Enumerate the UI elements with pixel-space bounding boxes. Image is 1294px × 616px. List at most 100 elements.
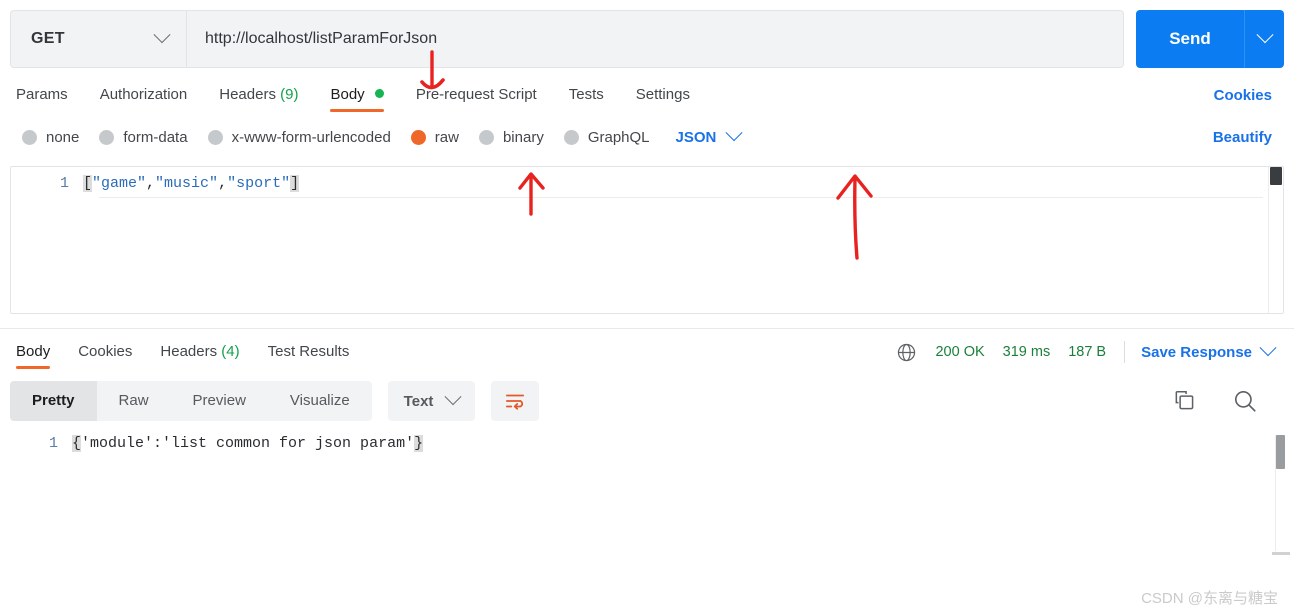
meta-divider: [1124, 341, 1126, 363]
request-tabs: Params Authorization Headers (9) Body Pr…: [0, 74, 1294, 116]
radio-option-form-data[interactable]: form-data: [99, 129, 188, 146]
raw-format-label: JSON: [675, 128, 717, 146]
view-mode-raw[interactable]: Raw: [97, 381, 171, 421]
editor-line-rule: [99, 197, 1263, 198]
view-mode-visualize[interactable]: Visualize: [268, 381, 372, 421]
response-content: 'module':'list common for json param': [81, 435, 415, 452]
response-body[interactable]: 1 {'module':'list common for json param'…: [0, 435, 1294, 555]
tab-label: Pre-request Script: [415, 86, 537, 103]
headers-count: (9): [280, 86, 299, 103]
http-method-dropdown[interactable]: GET: [10, 10, 186, 68]
response-toolbar: Pretty Raw Preview Visualize Text: [0, 375, 1294, 421]
status-code: 200 OK: [935, 344, 985, 360]
json-comma-1: ,: [146, 175, 156, 192]
send-options-button[interactable]: [1244, 10, 1284, 68]
response-tab-cookies[interactable]: Cookies: [64, 329, 146, 375]
wrap-lines-button[interactable]: [491, 381, 540, 421]
editor-scrollbar[interactable]: [1268, 167, 1283, 313]
line-number: 1: [59, 175, 69, 192]
response-meta: 200 OK 319 ms 187 B Save Response: [896, 339, 1284, 363]
tab-authorization[interactable]: Authorization: [84, 74, 204, 116]
search-icon[interactable]: [1232, 388, 1258, 414]
tab-headers[interactable]: Headers (9): [203, 74, 314, 116]
response-code[interactable]: {'module':'list common for json param'}: [72, 435, 424, 452]
option-label: GraphQL: [587, 128, 650, 146]
response-actions: [1172, 388, 1284, 414]
radio-option-binary[interactable]: binary: [478, 128, 544, 146]
response-tabs: Body Cookies Headers (4) Test Results 20…: [0, 329, 1294, 375]
response-view-mode-group: Pretty Raw Preview Visualize: [10, 381, 372, 421]
chevron-down-icon: [444, 388, 462, 406]
radio-icon: [99, 129, 115, 145]
tab-label: Headers: [219, 86, 276, 103]
option-label: none: [46, 128, 80, 146]
save-response-button[interactable]: Save Response: [1141, 344, 1252, 361]
radio-option-graphql[interactable]: GraphQL: [563, 128, 650, 146]
json-close-bracket: ]: [290, 175, 300, 192]
chevron-down-icon: [1256, 26, 1273, 44]
response-scrollbar-footer: [1272, 552, 1290, 555]
radio-icon: [207, 129, 223, 145]
raw-format-dropdown[interactable]: JSON: [675, 124, 743, 146]
response-tab-headers[interactable]: Headers (4): [146, 329, 253, 375]
tab-label: Test Results: [267, 343, 350, 360]
tab-label: Headers: [160, 343, 218, 360]
response-time: 319 ms: [1002, 344, 1051, 360]
json-open-brace: {: [72, 435, 82, 452]
globe-icon: [896, 342, 917, 363]
request-body-editor[interactable]: 1 ["game","music","sport"]: [10, 166, 1284, 314]
radio-option-x-www-form-urlencoded[interactable]: x-www-form-urlencoded: [207, 128, 391, 146]
tab-settings[interactable]: Settings: [620, 74, 706, 116]
json-string-3: "sport": [227, 175, 291, 192]
tab-label: Authorization: [99, 86, 188, 103]
json-string-1: "game": [92, 175, 147, 192]
json-string-2: "music": [155, 175, 219, 192]
response-line-1: 1 {'module':'list common for json param'…: [0, 435, 1294, 452]
json-comma-2: ,: [218, 175, 228, 192]
editor-scrollbar-thumb[interactable]: [1270, 167, 1282, 185]
chevron-down-icon: [153, 26, 171, 44]
radio-icon-selected: [410, 129, 426, 145]
editor-code[interactable]: ["game","music","sport"]: [83, 175, 300, 192]
editor-line-1: 1 ["game","music","sport"]: [11, 167, 1283, 192]
tab-label: Settings: [635, 86, 690, 103]
radio-option-raw[interactable]: raw: [410, 128, 459, 146]
chevron-down-icon[interactable]: [1259, 339, 1277, 357]
option-label: raw: [434, 128, 459, 146]
radio-icon: [22, 129, 37, 145]
option-label: x-www-form-urlencoded: [231, 128, 391, 146]
copy-icon[interactable]: [1172, 388, 1198, 414]
response-format-dropdown[interactable]: Text: [387, 381, 476, 421]
response-tab-body[interactable]: Body: [10, 329, 64, 375]
request-url-row: GET http://localhost/listParamForJson Se…: [0, 0, 1294, 68]
tab-label: Tests: [568, 86, 604, 103]
radio-option-none[interactable]: none: [22, 129, 79, 146]
send-button[interactable]: Send: [1136, 10, 1244, 68]
body-type-options: none form-data x-www-form-urlencoded raw…: [0, 116, 1294, 158]
tab-body[interactable]: Body: [314, 74, 399, 116]
tab-label: Params: [16, 86, 68, 103]
url-input[interactable]: http://localhost/listParamForJson: [186, 10, 1124, 68]
chevron-down-icon: [725, 124, 743, 142]
body-present-dot-icon: [374, 89, 384, 98]
tab-pre-request-script[interactable]: Pre-request Script: [400, 74, 553, 116]
view-mode-pretty[interactable]: Pretty: [10, 381, 97, 421]
cookies-link[interactable]: Cookies: [1214, 87, 1284, 104]
option-label: binary: [502, 128, 544, 146]
radio-icon: [478, 129, 494, 145]
json-close-brace: }: [414, 435, 424, 452]
response-headers-count: (4): [221, 343, 240, 360]
response-scrollbar-thumb[interactable]: [1276, 435, 1285, 469]
tab-params[interactable]: Params: [10, 74, 84, 116]
radio-icon: [563, 129, 579, 145]
beautify-link[interactable]: Beautify: [1213, 129, 1284, 146]
tab-tests[interactable]: Tests: [553, 74, 620, 116]
http-method-label: GET: [31, 30, 65, 47]
line-number: 1: [48, 435, 58, 452]
tab-label: Cookies: [78, 343, 133, 360]
response-tab-test-results[interactable]: Test Results: [254, 329, 364, 375]
view-mode-preview[interactable]: Preview: [171, 381, 268, 421]
response-size: 187 B: [1068, 344, 1107, 360]
json-open-bracket: [: [83, 175, 93, 192]
send-button-group: Send: [1136, 10, 1284, 68]
